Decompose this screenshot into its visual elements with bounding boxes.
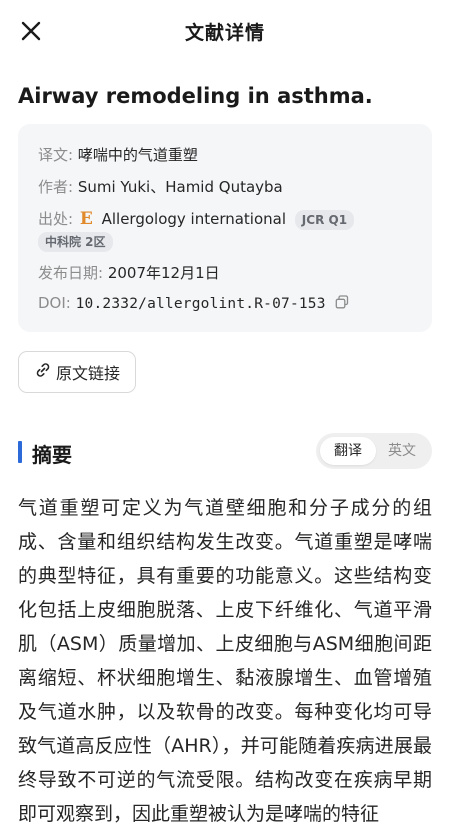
source-row-cont: 中科院 2区 <box>38 232 113 252</box>
source-label: 出处: <box>38 210 74 228</box>
abstract-heading: 摘要 <box>32 443 72 467</box>
toggle-english[interactable]: 英文 <box>374 437 430 465</box>
translation-row: 译文: 哮喘中的气道重塑 <box>38 144 198 165</box>
original-link-button[interactable]: 原文链接 <box>18 351 136 393</box>
page-title: 文献详情 <box>184 22 265 44</box>
date-row: 发布日期: 2007年12月1日 <box>38 262 220 283</box>
doi-value: 10.2332/allergolint.R-07-153 <box>75 296 326 312</box>
abstract-text: 气道重塑可定义为气道壁细胞和分子成分的组成、含量和组织结构发生改变。气道重塑是哮… <box>18 497 432 825</box>
journal-icon: E <box>79 209 93 229</box>
link-icon <box>34 361 52 383</box>
original-link-label: 原文链接 <box>55 364 120 383</box>
paper-info-card: 译文: 哮喘中的气道重塑 作者: Sumi Yuki、Hamid Qutayba… <box>18 124 432 332</box>
translation-value: 哮喘中的气道重塑 <box>77 146 198 164</box>
doi-row: DOI: 10.2332/allergolint.R-07-153 <box>38 294 349 313</box>
toggle-translated[interactable]: 翻译 <box>320 437 376 465</box>
top-bar: 文献详情 <box>0 0 450 62</box>
section-accent-bar <box>18 441 22 463</box>
authors-value: Sumi Yuki、Hamid Qutayba <box>77 178 283 196</box>
date-value: 2007年12月1日 <box>107 264 220 282</box>
source-row: 出处: E Allergology international JCR Q1 <box>38 208 355 230</box>
date-label: 发布日期: <box>38 264 104 282</box>
doi-label: DOI: <box>38 294 71 312</box>
language-toggle[interactable]: 翻译 英文 <box>316 433 432 469</box>
journal-name[interactable]: Allergology international <box>102 210 286 228</box>
translation-label: 译文: <box>38 146 74 164</box>
authors-label: 作者: <box>38 178 74 196</box>
authors-row: 作者: Sumi Yuki、Hamid Qutayba <box>38 176 283 197</box>
paper-title: Airway remodeling in asthma. <box>18 84 373 108</box>
cas-tag: 中科院 2区 <box>38 232 113 252</box>
jcr-tag: JCR Q1 <box>294 209 355 230</box>
copy-icon[interactable] <box>335 294 349 313</box>
